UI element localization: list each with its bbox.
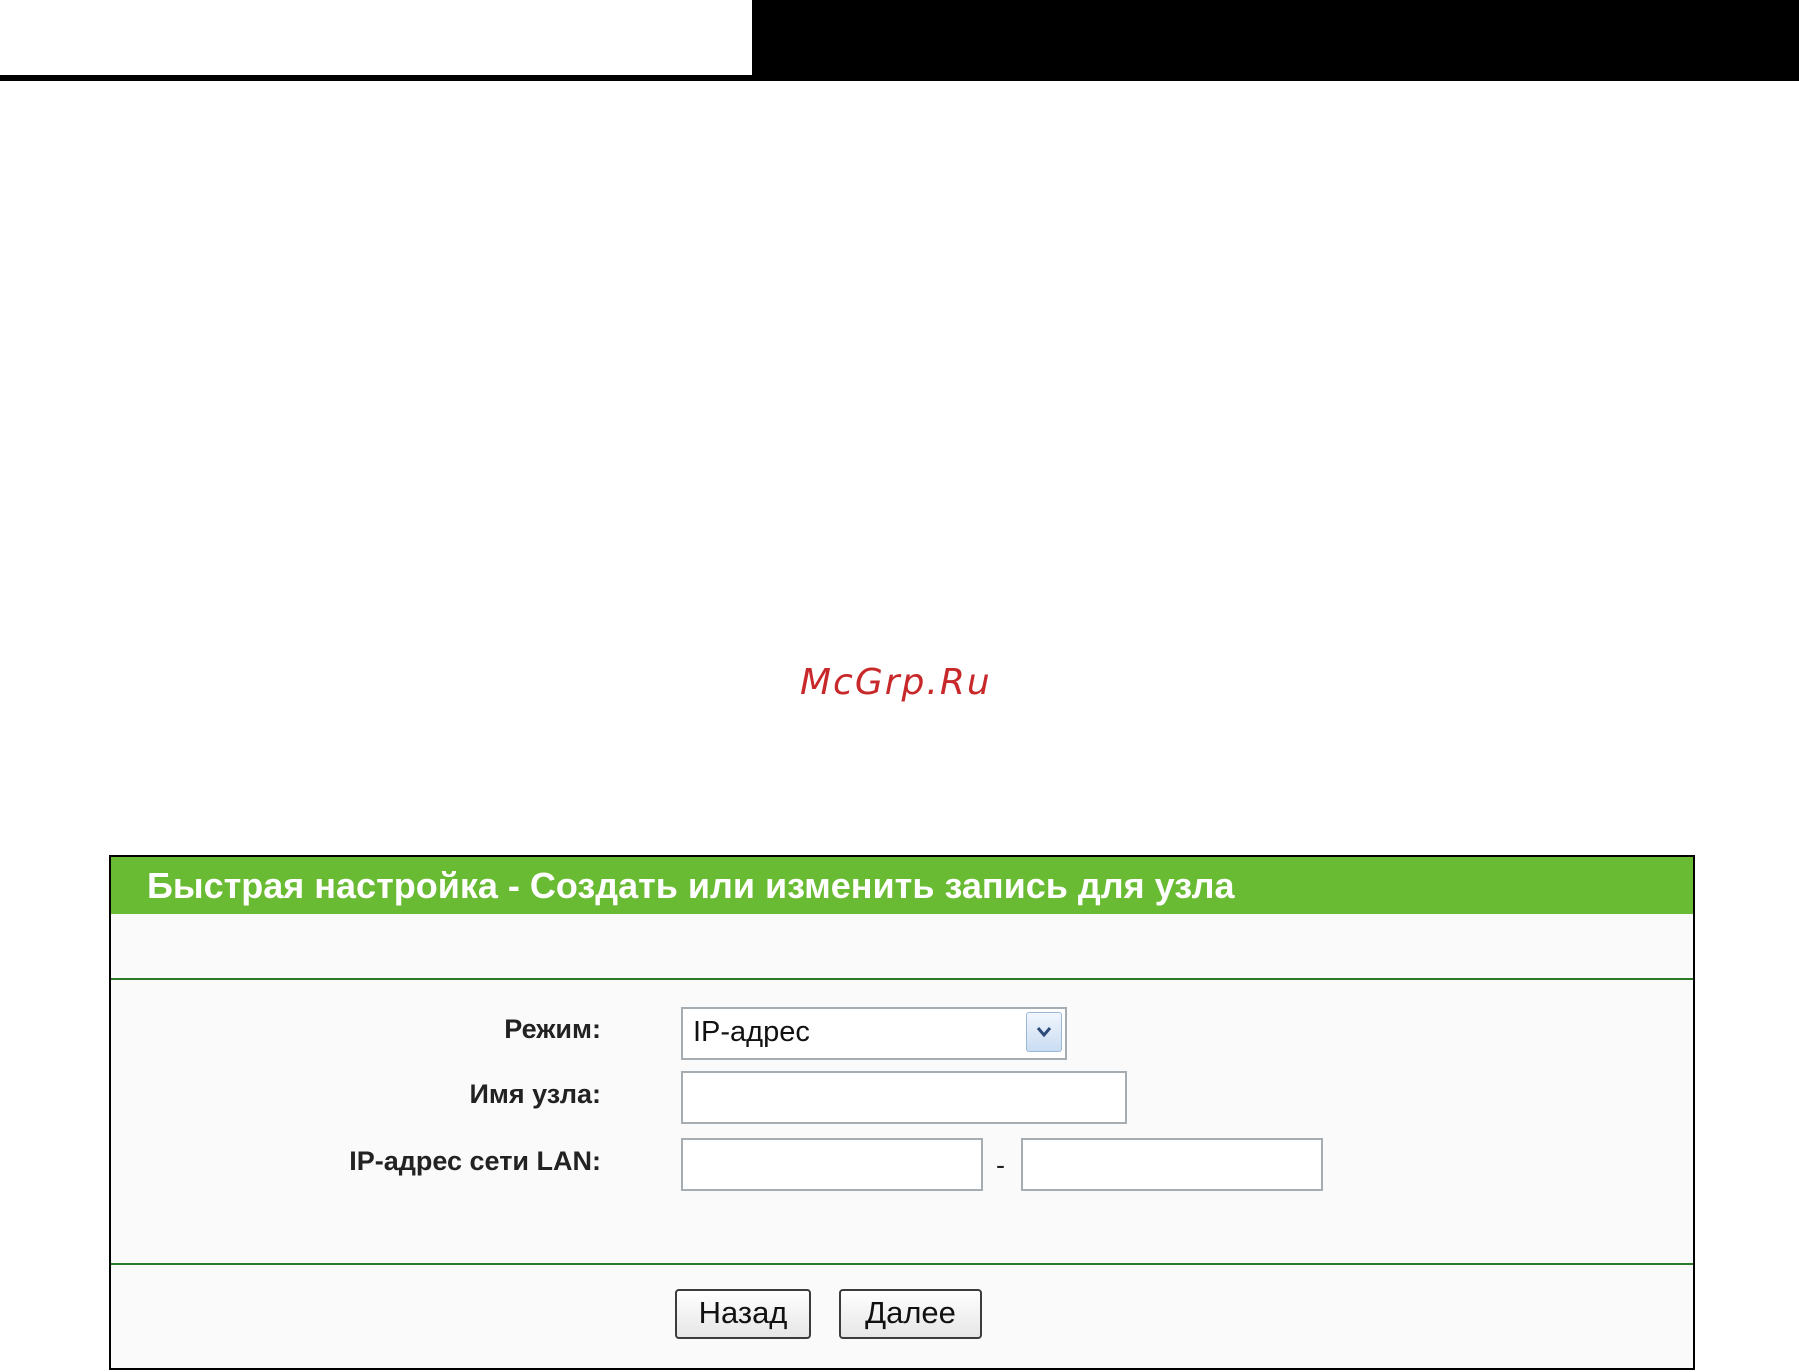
chevron-down-icon[interactable] — [1026, 1012, 1062, 1052]
mode-select[interactable]: IP-адрес — [681, 1007, 1067, 1060]
host-name-label: Имя узла: — [469, 1079, 601, 1109]
panel-header: Быстрая настройка - Создать или изменить… — [111, 857, 1693, 914]
lan-ip-end-input[interactable] — [1021, 1138, 1323, 1191]
divider-top — [111, 978, 1693, 980]
watermark: McGrp.Ru — [800, 662, 992, 703]
back-button[interactable]: Назад — [675, 1289, 811, 1339]
lan-ip-separator: - — [996, 1150, 1005, 1180]
lan-ip-start-input[interactable] — [681, 1138, 983, 1191]
host-name-input[interactable] — [681, 1071, 1127, 1124]
top-black-bar — [752, 0, 1799, 75]
next-button[interactable]: Далее — [839, 1289, 982, 1339]
mode-select-value: IP-адрес — [693, 1016, 810, 1048]
quick-setup-panel: Быстрая настройка - Создать или изменить… — [109, 855, 1695, 1370]
top-rule — [0, 75, 1799, 81]
divider-bottom — [111, 1263, 1693, 1265]
mode-label: Режим: — [504, 1014, 601, 1044]
lan-ip-label: IP-адрес сети LAN: — [349, 1146, 601, 1176]
page-title: Быстрая настройка - Создать или изменить… — [147, 865, 1235, 906]
